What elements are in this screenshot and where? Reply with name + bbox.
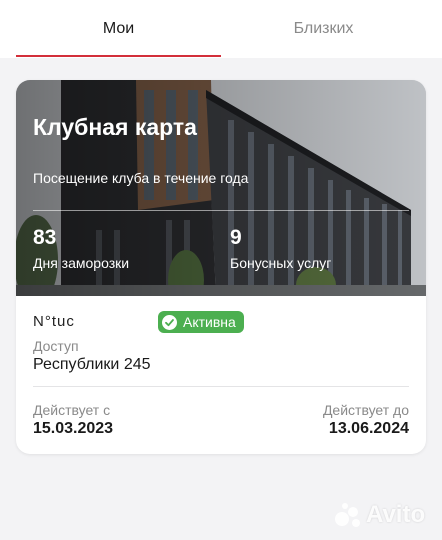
tab-relatives[interactable]: Близких xyxy=(221,0,426,58)
tab-relatives-label: Близких xyxy=(293,20,354,37)
valid-to-value: 13.06.2024 xyxy=(328,420,409,437)
hero-divider xyxy=(33,210,409,211)
status-badge: Активна xyxy=(158,311,244,333)
bonus-services-value: 9 xyxy=(230,226,242,249)
access-label: Доступ xyxy=(33,338,79,354)
tab-bar: Мои Близких xyxy=(0,0,442,58)
avito-watermark: Avito xyxy=(334,500,425,530)
valid-from-value: 15.03.2023 xyxy=(33,420,114,437)
tab-mine[interactable]: Мои xyxy=(16,0,221,58)
access-value: Республики 245 xyxy=(33,356,151,373)
bonus-services-label: Бонусных услуг xyxy=(230,255,332,271)
active-tab-indicator xyxy=(16,55,221,57)
tab-mine-label: Мои xyxy=(102,20,135,37)
card-name: N°tuc xyxy=(33,313,75,330)
freeze-days-label: Дня заморозки xyxy=(33,255,130,271)
club-card-hero: Клубная карта Посещение клуба в течение … xyxy=(16,80,426,296)
valid-from-label: Действует с xyxy=(33,402,111,418)
freeze-days-value: 83 xyxy=(33,226,57,249)
card-title: Клубная карта xyxy=(33,114,197,140)
status-badge-label: Активна xyxy=(183,314,236,330)
avito-logo-icon xyxy=(335,503,360,527)
card-divider xyxy=(33,386,409,387)
check-circle-icon xyxy=(162,314,177,330)
avito-watermark-text: Avito xyxy=(366,501,426,528)
card-subtitle: Посещение клуба в течение года xyxy=(33,170,249,186)
valid-to-label: Действует до xyxy=(322,402,409,418)
club-card[interactable]: Клубная карта Посещение клуба в течение … xyxy=(16,80,426,454)
